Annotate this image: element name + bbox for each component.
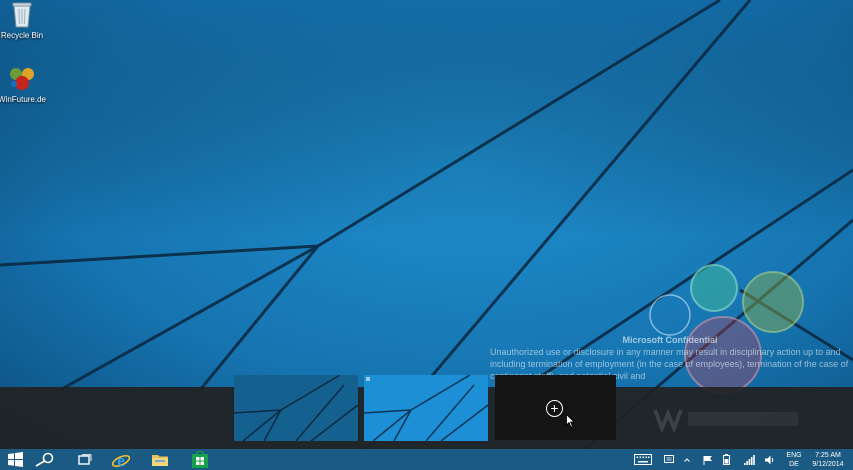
desktop-2-thumbnail[interactable] — [364, 375, 488, 441]
plus-circle-icon: + — [546, 400, 563, 417]
clock-date: 9/12/2014 — [812, 461, 844, 468]
winfuture-bubbles-watermark — [649, 264, 804, 394]
battery-icon — [723, 454, 730, 465]
system-clock[interactable]: 7:25 AM 9/12/2014 — [806, 451, 850, 469]
file-explorer-icon — [152, 455, 168, 466]
recycle-bin-icon — [12, 2, 32, 28]
task-view-icon — [78, 453, 92, 465]
battery-button[interactable] — [723, 454, 730, 465]
winfuture-label: WinFuture.de — [0, 95, 47, 104]
keyboard-icon — [634, 454, 652, 465]
start-icon — [7, 452, 23, 467]
message-icon — [664, 455, 674, 463]
desktop-1-thumbnail[interactable] — [234, 375, 358, 441]
search-button[interactable] — [29, 449, 59, 470]
chevron-up-icon — [684, 457, 690, 462]
internet-explorer-button[interactable]: e — [106, 449, 136, 470]
volume-button[interactable] — [765, 454, 776, 465]
internet-explorer-icon: e — [111, 451, 131, 470]
svg-text:e: e — [117, 451, 125, 470]
touch-keyboard-button[interactable] — [634, 454, 652, 465]
mouse-cursor-icon — [566, 414, 575, 428]
winfuture-logo-watermark — [653, 408, 798, 434]
file-explorer-button[interactable] — [145, 449, 175, 470]
network-button[interactable] — [744, 454, 755, 465]
winfuture-desktop-icon[interactable]: WinFuture.de — [0, 64, 47, 104]
search-icon — [35, 452, 54, 467]
watermark-title: Microsoft Confidential — [622, 335, 718, 345]
recycle-bin-label: Recycle Bin — [0, 31, 44, 40]
language-code: ENG — [786, 452, 802, 459]
action-center-button[interactable] — [703, 454, 713, 465]
keyboard-layout-code: DE — [789, 461, 799, 468]
add-desktop-button[interactable]: + — [495, 375, 616, 440]
store-button[interactable] — [185, 449, 215, 470]
network-signal-icon — [744, 454, 755, 465]
flag-icon — [703, 455, 712, 465]
start-button[interactable] — [0, 449, 30, 470]
clock-time: 7:25 AM — [815, 452, 841, 459]
show-hidden-icons-button[interactable] — [684, 454, 690, 465]
task-view-button[interactable] — [70, 449, 100, 470]
input-language-indicator[interactable]: ENG DE — [782, 451, 806, 469]
speaker-icon — [765, 455, 774, 464]
recycle-bin-desktop-icon[interactable]: Recycle Bin — [0, 0, 47, 40]
winfuture-icon — [10, 68, 34, 90]
store-icon — [192, 451, 208, 468]
taskbar: e ENG DE 7:25 AM 9/12/2014 — [0, 449, 853, 470]
notifications-button[interactable] — [664, 454, 674, 465]
